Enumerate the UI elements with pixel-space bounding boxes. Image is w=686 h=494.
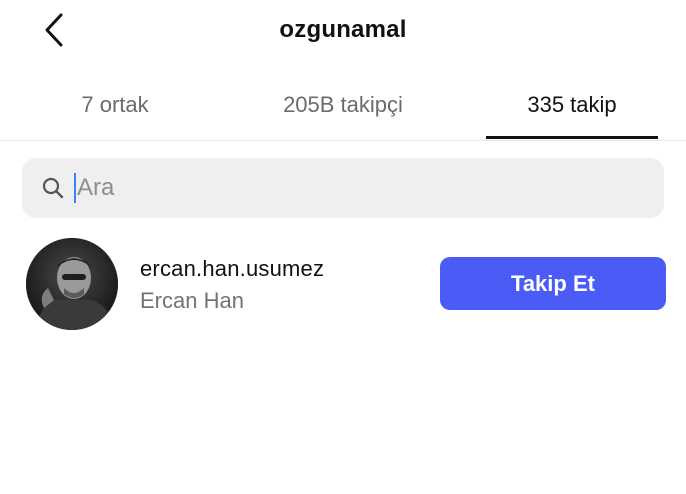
username[interactable]: ercan.han.usumez [140, 256, 324, 282]
page-title: ozgunamal [279, 16, 407, 43]
search-icon [40, 175, 66, 201]
search-input[interactable]: Ara [22, 158, 664, 218]
tab-mutual[interactable]: 7 ortak [30, 70, 200, 140]
full-name: Ercan Han [140, 288, 244, 313]
follow-button[interactable]: Takip Et [440, 257, 666, 310]
active-tab-indicator [486, 136, 658, 139]
tab-following[interactable]: 335 takip [486, 70, 658, 140]
tab-bar: 7 ortak 205B takipçi 335 takip [0, 70, 686, 141]
header: ozgunamal [0, 0, 686, 66]
following-screen: ozgunamal 7 ortak 205B takipçi 335 takip… [0, 0, 686, 494]
text-caret [74, 173, 76, 203]
search-placeholder: Ara [77, 174, 115, 201]
list-item[interactable]: ercan.han.usumez Ercan Han Takip Et [0, 232, 686, 336]
tab-followers[interactable]: 205B takipçi [258, 70, 428, 140]
avatar[interactable] [26, 238, 118, 330]
